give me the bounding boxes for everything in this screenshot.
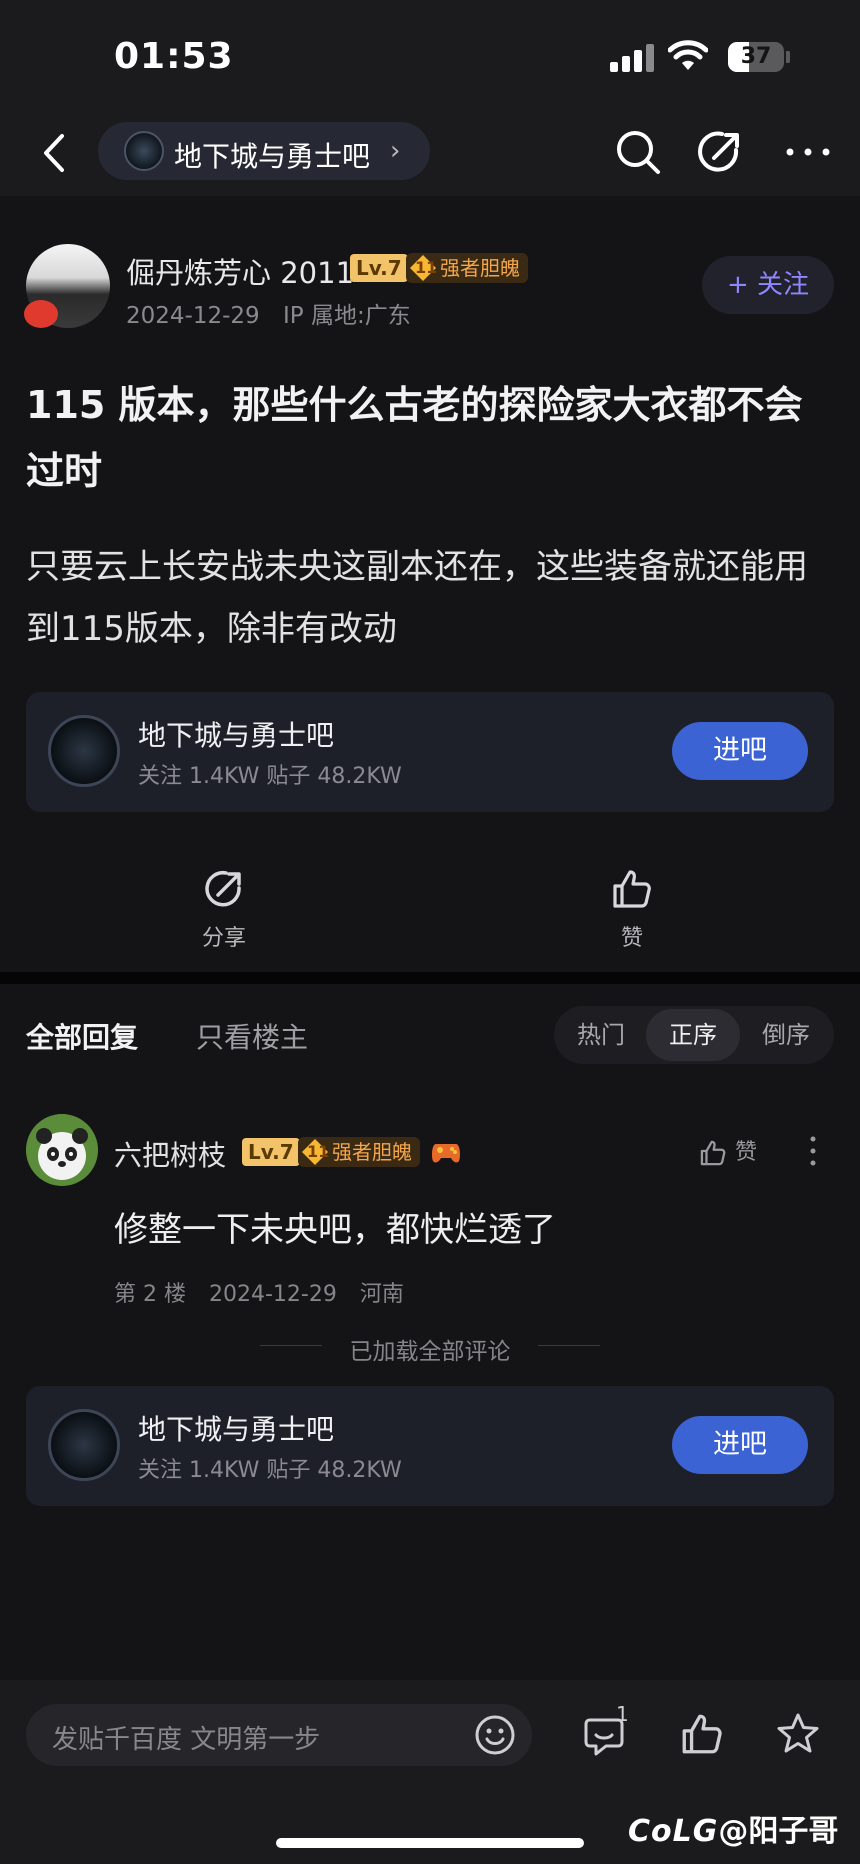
tab-all-replies[interactable]: 全部回复 [26,1016,138,1056]
forum-avatar [124,131,164,171]
medal-level: 11 [415,258,438,277]
wifi-icon [668,40,708,70]
sort-ascending[interactable]: 正序 [646,1009,740,1061]
status-bar: 01:53 37 [0,0,860,110]
forum-card-avatar [48,1409,120,1481]
comment-like-button[interactable]: 赞 [698,1134,757,1168]
level-badge: Lv.7 [350,254,408,282]
cellular-signal-icon [610,44,656,72]
avatar-pendant-icon [24,300,58,328]
sort-toggle: 热门 正序 倒序 [554,1006,834,1064]
emoji-icon[interactable] [474,1714,516,1756]
author-avatar[interactable] [24,244,110,328]
share-icon [205,870,241,907]
comment-meta: 第 2 楼 2024-12-29 河南 [114,1276,404,1308]
sort-hot[interactable]: 热门 [560,1006,642,1064]
ip-location: IP 属地:广东 [282,303,411,329]
forum-name: 地下城与勇士吧 [174,140,371,173]
more-icon[interactable] [780,124,836,180]
enter-forum-button[interactable]: 进吧 [672,1416,808,1474]
reply-input[interactable]: 发贴千百度 文明第一步 [26,1704,532,1766]
post-title: 115 版本，那些什么古老的探险家大衣都不会过时 [26,383,803,493]
medal-level: 11 [307,1142,330,1161]
thumbs-up-icon [613,870,651,908]
comment-count: 1 [616,1702,629,1726]
forum-card[interactable]: 地下城与勇士吧 关注 1.4KW 贴子 48.2KW 进吧 [26,692,834,812]
thumbs-up-icon[interactable] [678,1710,726,1758]
forum-card-bottom[interactable]: 地下城与勇士吧 关注 1.4KW 贴子 48.2KW 进吧 [26,1386,834,1506]
forum-card-stats: 关注 1.4KW 贴子 48.2KW [138,764,402,789]
home-indicator[interactable] [276,1838,584,1848]
tab-only-op[interactable]: 只看楼主 [196,1016,308,1056]
commenter-medal-badge: 11 强者胆魄 [298,1137,420,1167]
post-date: 2024-12-29 [126,303,260,329]
author-name[interactable]: 倔丹炼芳心 2011 [126,250,354,292]
watermark: CoLG@阳子哥 [628,1806,838,1850]
back-icon[interactable] [34,128,74,178]
battery-icon: 37 [728,42,784,72]
forum-link-pill[interactable]: 地下城与勇士吧 › [98,122,430,180]
comment-like-label: 赞 [735,1140,758,1165]
comment-floor: 第 2 楼 [114,1282,186,1307]
like-label: 赞 [620,926,643,951]
enter-forum-button[interactable]: 进吧 [672,722,808,780]
medal-label: 强者胆魄 [332,1140,412,1164]
colg-logo: CoLG [628,1814,719,1849]
comment-location: 河南 [359,1282,404,1307]
thumbs-up-icon [700,1140,726,1166]
like-action[interactable]: 赞 [572,866,692,952]
star-icon[interactable] [774,1710,822,1758]
commenter-avatar[interactable] [26,1114,98,1186]
sort-descending[interactable]: 倒序 [744,1006,828,1064]
loaded-divider-right [538,1345,600,1346]
post-body: 只要云上长安战未央这副本还在，这些装备就还能用到115版本，除非有改动 [26,547,808,649]
share-icon[interactable] [692,124,748,180]
comment-more-icon[interactable] [806,1134,820,1168]
battery-level: 37 [740,44,772,69]
forum-card-avatar [48,715,120,787]
commenter-name[interactable]: 六把树枝 [114,1134,226,1174]
medal-badge: 11 强者胆魄 [406,253,528,283]
forum-card-stats: 关注 1.4KW 贴子 48.2KW [138,1458,402,1483]
follow-button[interactable]: + 关注 [702,256,834,314]
reply-input-placeholder: 发贴千百度 文明第一步 [52,1725,321,1755]
comment-text: 修整一下未央吧，都快烂透了 [114,1210,556,1250]
forum-card-name: 地下城与勇士吧 [138,1413,335,1446]
battery-tip [786,51,790,63]
status-time: 01:53 [114,36,234,77]
comment-date: 2024-12-29 [208,1282,337,1307]
forum-card-name: 地下城与勇士吧 [138,719,335,752]
panda-avatar-icon [26,1114,98,1186]
top-nav-bar: 地下城与勇士吧 › [0,110,860,196]
share-label: 分享 [201,926,246,951]
gamepad-icon [432,1144,460,1163]
watermark-handle: @阳子哥 [718,1814,839,1849]
post-meta: 2024-12-29 IP 属地:广东 [126,296,411,330]
commenter-level-badge: Lv.7 [242,1138,300,1166]
medal-label: 强者胆魄 [440,256,520,280]
search-icon[interactable] [610,124,666,180]
chevron-right-icon: › [390,136,401,166]
section-divider [0,972,860,984]
share-action[interactable]: 分享 [164,866,284,952]
loaded-all-text: 已加载全部评论 [349,1339,511,1365]
